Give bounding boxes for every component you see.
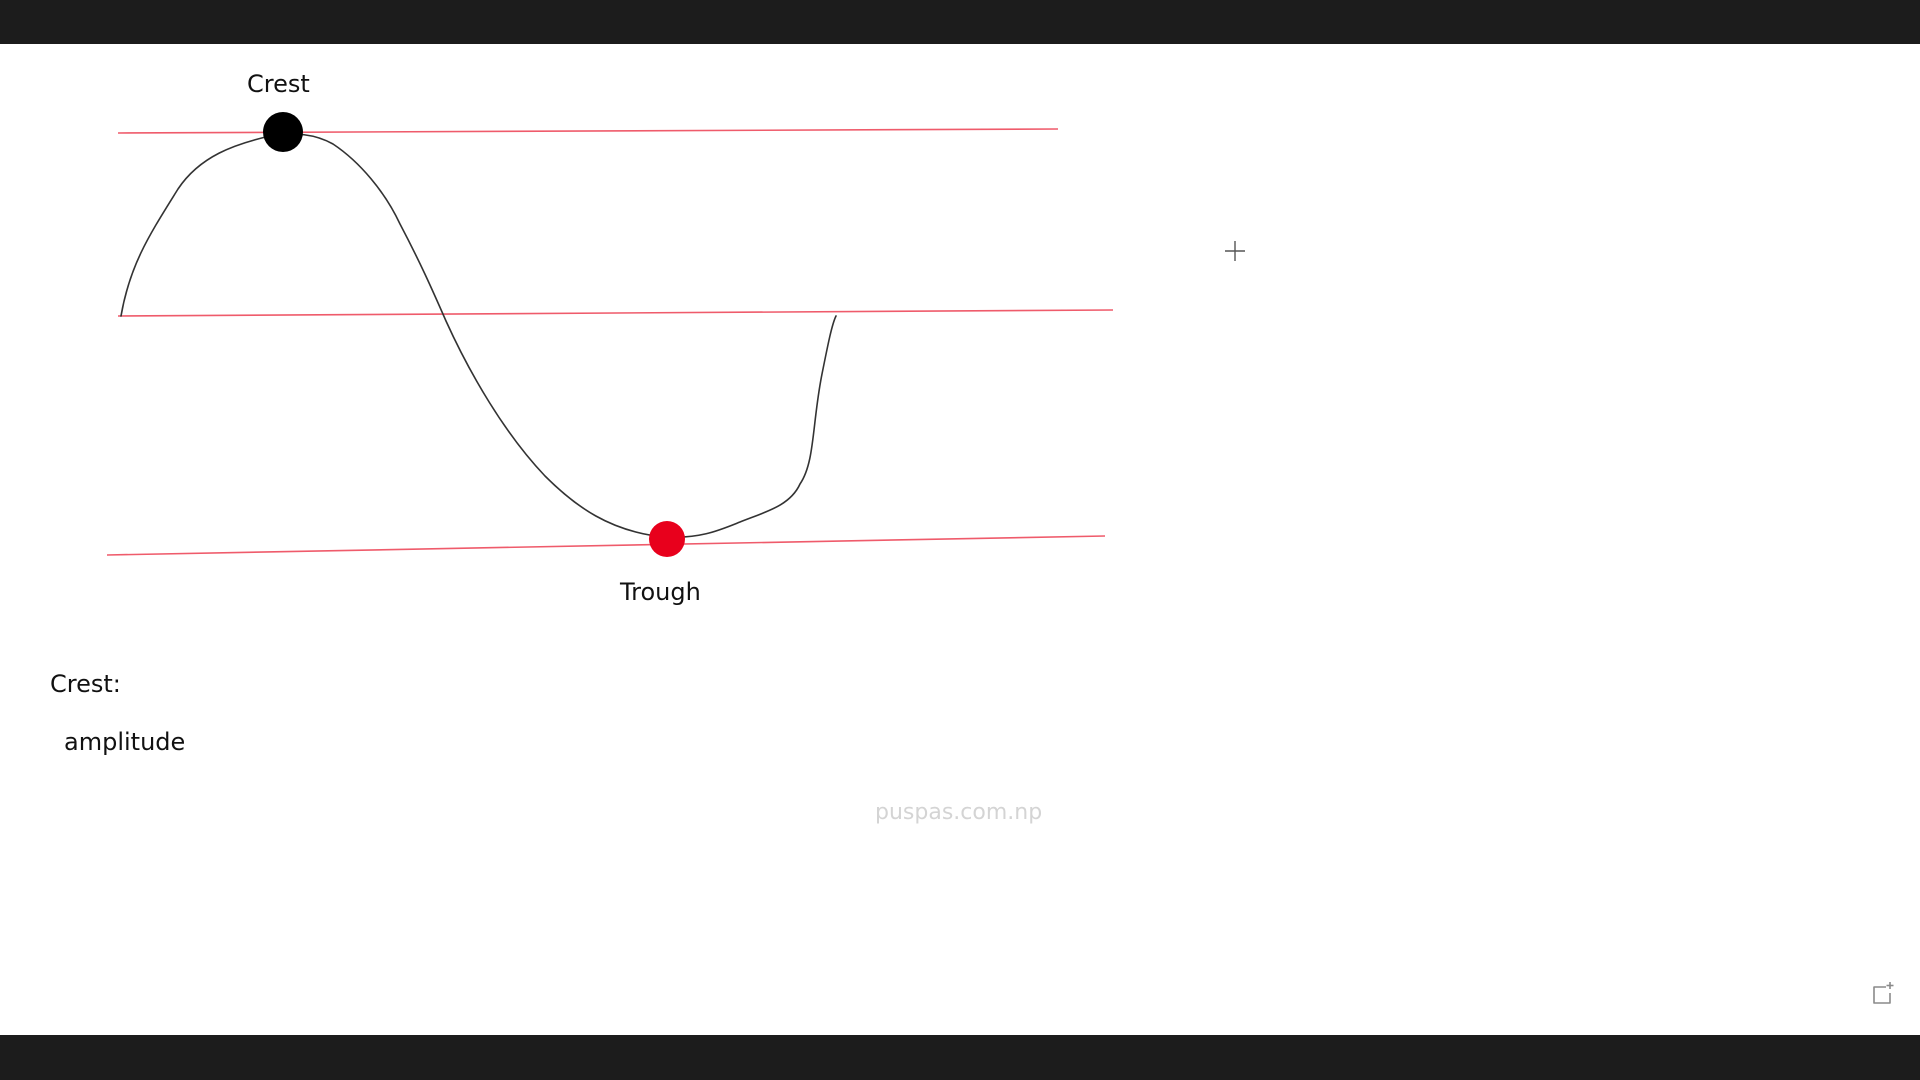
crest-reference-line <box>117 128 1059 134</box>
trough-reference-line <box>106 535 1106 556</box>
trough-point <box>649 521 685 557</box>
equilibrium-reference-line <box>117 309 1114 317</box>
trough-label: Trough <box>620 578 701 606</box>
whiteboard-canvas[interactable]: Crest Trough Crest: amplitude puspas.com… <box>0 44 1920 1035</box>
crest-note-text: Crest: <box>50 670 121 698</box>
wave-diagram <box>106 112 1114 557</box>
bottom-bar <box>0 1035 1920 1080</box>
wave-curve <box>120 133 837 539</box>
watermark: puspas.com.np <box>875 800 1043 825</box>
crest-point <box>263 112 303 152</box>
crosshair-icon <box>1225 241 1245 261</box>
crest-label: Crest <box>247 70 310 98</box>
amplitude-text: amplitude <box>64 728 186 756</box>
new-board-icon[interactable] <box>1868 981 1894 1007</box>
top-bar <box>0 0 1920 44</box>
